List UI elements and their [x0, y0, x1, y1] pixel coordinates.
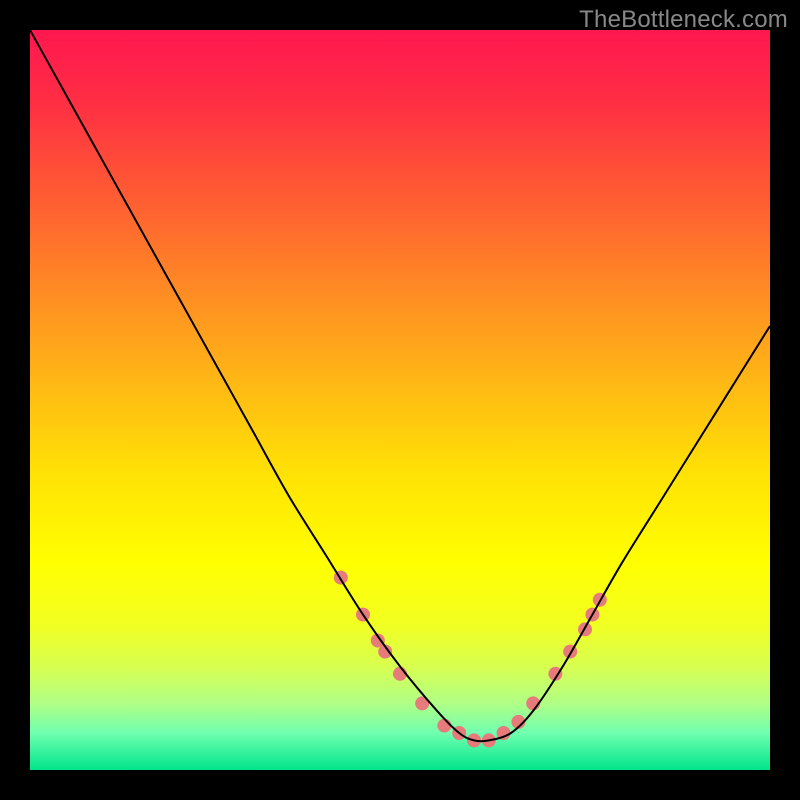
watermark-text: TheBottleneck.com: [579, 6, 788, 34]
markers-group: [334, 571, 607, 748]
curve-layer: [30, 30, 770, 770]
plot-area: [30, 30, 770, 770]
marker-point: [437, 719, 451, 733]
bottleneck-curve: [30, 30, 770, 741]
